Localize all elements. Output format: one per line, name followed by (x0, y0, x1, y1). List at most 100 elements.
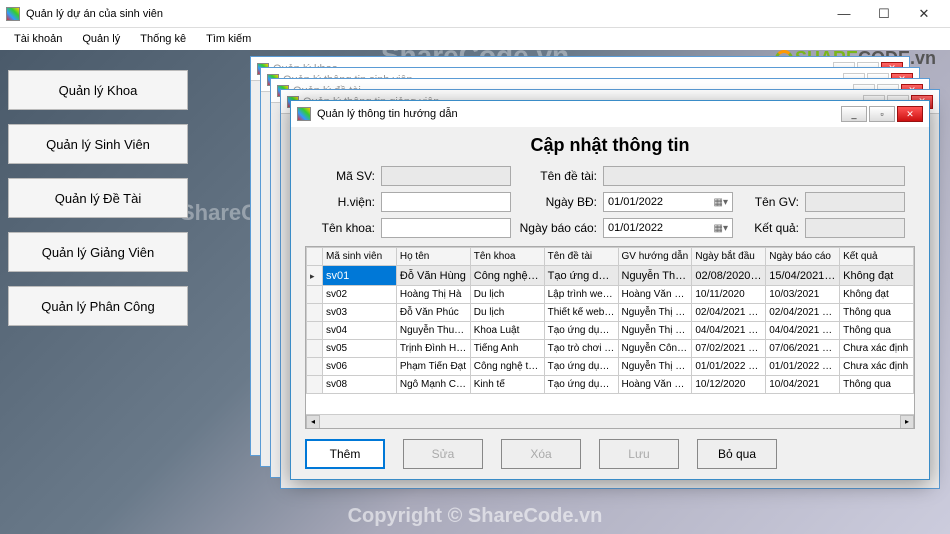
table-cell[interactable]: Tạo ứng dụng bá... (544, 376, 618, 394)
sidebar-btn-khoa[interactable]: Quản lý Khoa (8, 70, 188, 110)
data-grid[interactable]: Mã sinh viênHọ tênTên khoaTên đề tàiGV h… (305, 246, 915, 429)
table-row[interactable]: sv08Ngô Mạnh CườngKinh tếTạo ứng dụng bá… (307, 376, 914, 394)
menu-quanly[interactable]: Quản lý (72, 31, 130, 47)
table-cell[interactable]: 02/08/2020 3:37... (692, 266, 766, 286)
table-cell[interactable]: sv05 (323, 340, 397, 358)
col-header[interactable]: GV hướng dẫn (618, 248, 692, 266)
boqua-button[interactable]: Bỏ qua (697, 439, 777, 469)
input-masv[interactable] (381, 166, 511, 186)
table-cell[interactable]: Chưa xác định (840, 340, 914, 358)
scroll-left-icon[interactable]: ◂ (306, 415, 320, 429)
table-cell[interactable]: Du lịch (470, 286, 544, 304)
col-header[interactable]: Kết quả (840, 248, 914, 266)
table-cell[interactable]: Đỗ Văn Phúc (396, 304, 470, 322)
table-cell[interactable]: 04/04/2021 8:33... (692, 322, 766, 340)
sidebar-btn-phancong[interactable]: Quản lý Phân Công (8, 286, 188, 326)
maximize-button[interactable]: ☐ (864, 4, 904, 24)
input-tengv[interactable] (805, 192, 905, 212)
table-row[interactable]: sv02Hoàng Thị HàDu lịchLập trình website… (307, 286, 914, 304)
table-cell[interactable]: Thiết kế website ... (544, 304, 618, 322)
table-cell[interactable]: Chưa xác định (840, 358, 914, 376)
input-tendt[interactable] (603, 166, 905, 186)
table-cell[interactable]: 01/01/2022 4:48... (766, 358, 840, 376)
table-cell[interactable]: Kinh tế (470, 376, 544, 394)
table-cell[interactable]: 02/04/2021 2:51... (766, 304, 840, 322)
table-cell[interactable]: Tạo trò chơi bắn ... (544, 340, 618, 358)
input-ngaybc[interactable]: 01/01/2022▦▾ (603, 218, 733, 238)
table-row[interactable]: sv06Phạm Tiến ĐạtCông nghệ thông...Tạo ứ… (307, 358, 914, 376)
sidebar-btn-sinhvien[interactable]: Quản lý Sinh Viên (8, 124, 188, 164)
table-cell[interactable]: sv06 (323, 358, 397, 376)
table-cell[interactable]: 15/04/2021 3:37... (766, 266, 840, 286)
calendar-icon[interactable]: ▦▾ (714, 197, 728, 208)
col-header[interactable]: Ngày báo cáo (766, 248, 840, 266)
menu-thongke[interactable]: Thống kê (130, 31, 196, 47)
table-cell[interactable]: Tạo ứng dụng N... (544, 358, 618, 376)
minimize-button[interactable]: — (824, 4, 864, 24)
table-cell[interactable]: Hoàng Văn Huy (618, 376, 692, 394)
horizontal-scrollbar[interactable]: ◂ ▸ (306, 414, 914, 428)
table-row[interactable]: sv05Trịnh Đình HoàngTiếng AnhTạo trò chơ… (307, 340, 914, 358)
table-cell[interactable]: Nguyễn Thị Dung (618, 304, 692, 322)
table-cell[interactable]: 10/03/2021 (766, 286, 840, 304)
sidebar-btn-giangvien[interactable]: Quản lý Giảng Viên (8, 232, 188, 272)
col-header[interactable]: Mã sinh viên (323, 248, 397, 266)
table-cell[interactable]: sv02 (323, 286, 397, 304)
table-cell[interactable]: 10/11/2020 (692, 286, 766, 304)
table-cell[interactable]: Tạo ứng dụng N... (544, 266, 618, 286)
table-row[interactable]: sv01Đỗ Văn HùngCông nghệ thông...Tạo ứng… (307, 266, 914, 286)
table-cell[interactable]: Đỗ Văn Hùng (396, 266, 470, 286)
table-cell[interactable]: 10/04/2021 (766, 376, 840, 394)
table-cell[interactable]: sv08 (323, 376, 397, 394)
table-cell[interactable]: Hoàng Thị Hà (396, 286, 470, 304)
table-cell[interactable]: Du lịch (470, 304, 544, 322)
table-cell[interactable]: Thông qua (840, 304, 914, 322)
col-header[interactable] (307, 248, 323, 266)
table-cell[interactable]: 10/12/2020 (692, 376, 766, 394)
sua-button[interactable]: Sửa (403, 439, 483, 469)
xoa-button[interactable]: Xóa (501, 439, 581, 469)
table-cell[interactable]: Hoàng Văn Huy (618, 286, 692, 304)
table-cell[interactable]: Nguyễn Thị Dung (618, 322, 692, 340)
table-cell[interactable]: sv01 (323, 266, 397, 286)
table-cell[interactable]: Thông qua (840, 376, 914, 394)
table-cell[interactable]: 01/01/2022 4:48... (692, 358, 766, 376)
table-row[interactable]: sv03Đỗ Văn PhúcDu lịchThiết kế website .… (307, 304, 914, 322)
table-cell[interactable]: Tạo ứng dụng N... (544, 322, 618, 340)
table-cell[interactable]: sv03 (323, 304, 397, 322)
col-header[interactable]: Tên đề tài (544, 248, 618, 266)
table-cell[interactable]: Không đạt (840, 286, 914, 304)
table-cell[interactable]: Nguyễn Công Huy (618, 340, 692, 358)
table-cell[interactable]: Ngô Mạnh Cường (396, 376, 470, 394)
input-tenkhoa[interactable] (381, 218, 511, 238)
them-button[interactable]: Thêm (305, 439, 385, 469)
table-cell[interactable]: Lập trình website ... (544, 286, 618, 304)
input-hvien[interactable] (381, 192, 511, 212)
dlg-close-button[interactable]: ✕ (897, 106, 923, 122)
table-cell[interactable]: Thông qua (840, 322, 914, 340)
table-cell[interactable]: Phạm Tiến Đạt (396, 358, 470, 376)
table-cell[interactable]: 04/04/2021 8:33... (766, 322, 840, 340)
close-button[interactable]: ✕ (904, 4, 944, 24)
table-cell[interactable]: 07/02/2021 2:08... (692, 340, 766, 358)
table-cell[interactable]: Tiếng Anh (470, 340, 544, 358)
luu-button[interactable]: Lưu (599, 439, 679, 469)
input-ketqua[interactable] (805, 218, 905, 238)
table-cell[interactable]: Công nghệ thông... (470, 358, 544, 376)
table-cell[interactable]: Không đạt (840, 266, 914, 286)
table-cell[interactable]: Trịnh Đình Hoàng (396, 340, 470, 358)
menu-timkiem[interactable]: Tìm kiếm (196, 31, 261, 47)
table-cell[interactable]: 02/04/2021 2:51... (692, 304, 766, 322)
col-header[interactable]: Tên khoa (470, 248, 544, 266)
dlg-minimize-button[interactable]: _ (841, 106, 867, 122)
scroll-right-icon[interactable]: ▸ (900, 415, 914, 429)
table-cell[interactable]: Nguyễn Thu Hoa (396, 322, 470, 340)
col-header[interactable]: Họ tên (396, 248, 470, 266)
table-cell[interactable]: Nguyễn Thị Dung (618, 358, 692, 376)
table-row[interactable]: sv04Nguyễn Thu HoaKhoa LuậtTạo ứng dụng … (307, 322, 914, 340)
table-cell[interactable]: Nguyễn Thị Dung (618, 266, 692, 286)
sidebar-btn-detai[interactable]: Quản lý Đề Tài (8, 178, 188, 218)
col-header[interactable]: Ngày bắt đầu (692, 248, 766, 266)
calendar-icon[interactable]: ▦▾ (714, 223, 728, 234)
table-cell[interactable]: 07/06/2021 2:08... (766, 340, 840, 358)
